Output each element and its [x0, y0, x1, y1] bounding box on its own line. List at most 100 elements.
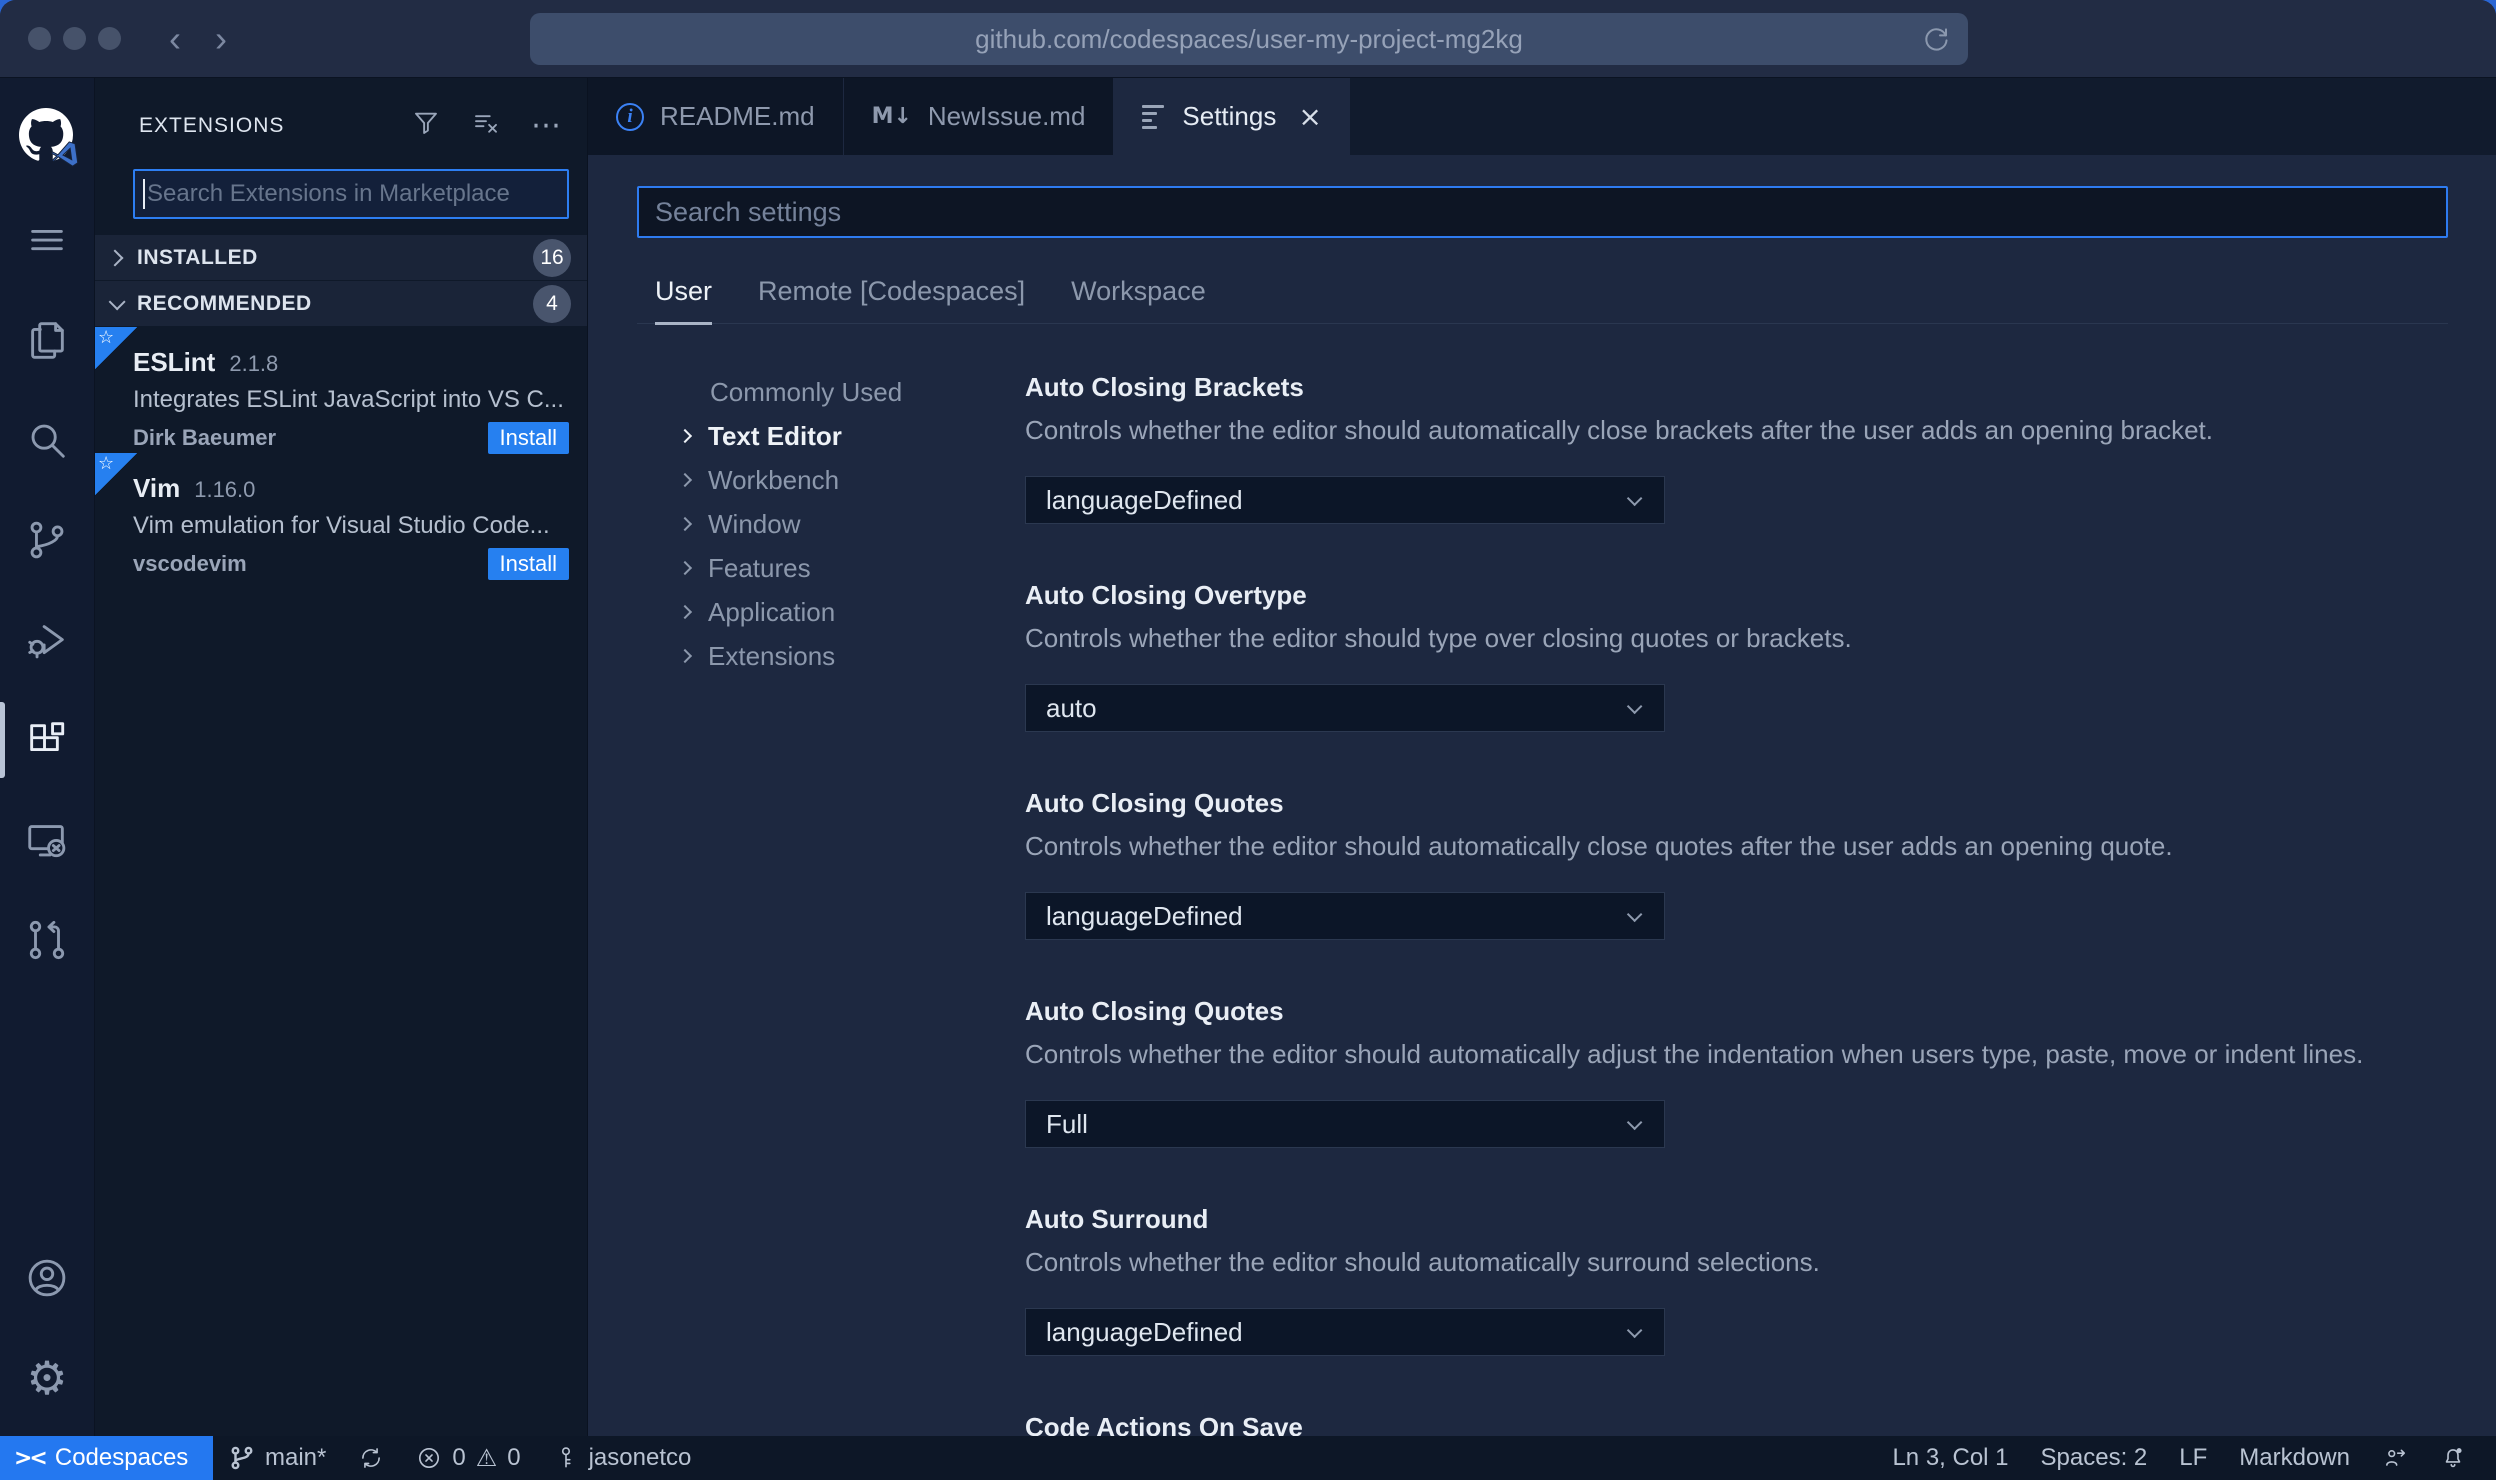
status-bar: >< Codespaces main* 0 ⚠ 0 jasonetco Ln 3…: [0, 1436, 2496, 1480]
extension-version: 1.16.0: [194, 477, 256, 502]
branch-name: main*: [265, 1444, 327, 1471]
setting-title: Code Actions On Save: [1025, 1412, 1303, 1436]
more-actions-icon[interactable]: ⋯: [531, 110, 561, 141]
setting-description: Controls whether the editor should type …: [1025, 623, 1852, 653]
feedback-status-item[interactable]: [2366, 1436, 2424, 1480]
extension-list-item-vim[interactable]: ☆ Vim 1.16.0 Vim emulation for Visual St…: [95, 453, 587, 580]
star-icon: ☆: [98, 453, 115, 474]
setting-title: Auto Surround: [1025, 1204, 1209, 1234]
extension-description: Integrates ESLint JavaScript into VS C..…: [133, 386, 564, 413]
text-cursor: [143, 179, 145, 209]
maximize-window-button[interactable]: [98, 27, 121, 50]
branch-status-item[interactable]: main*: [213, 1436, 342, 1480]
menu-icon[interactable]: [0, 190, 94, 290]
tab-settings[interactable]: Settings ×: [1114, 78, 1350, 155]
close-window-button[interactable]: [28, 27, 51, 50]
scope-tab-user[interactable]: User: [655, 276, 713, 325]
recommended-ribbon: ☆: [95, 327, 137, 369]
toc-features[interactable]: Features: [677, 546, 1025, 590]
scope-tab-remote[interactable]: Remote [Codespaces]: [758, 276, 1025, 323]
scope-tab-workspace[interactable]: Workspace: [1071, 276, 1206, 323]
bell-icon: [2445, 1448, 2462, 1468]
codespaces-remote-indicator[interactable]: >< Codespaces: [0, 1436, 213, 1480]
search-icon[interactable]: [0, 390, 94, 490]
minimize-window-button[interactable]: [63, 27, 86, 50]
section-installed[interactable]: INSTALLED 16: [95, 235, 587, 280]
setting-dropdown[interactable]: languageDefined: [1025, 1308, 1665, 1356]
chevron-right-icon: [677, 648, 693, 664]
tab-label: README.md: [660, 101, 815, 131]
clear-search-results-icon[interactable]: [471, 108, 501, 143]
recommended-count-badge: 4: [533, 284, 571, 323]
explorer-icon[interactable]: [0, 290, 94, 390]
reload-icon[interactable]: [1920, 23, 1952, 55]
url-text: github.com/codespaces/user-my-project-mg…: [975, 23, 1523, 54]
setting-description: Controls whether the editor should autom…: [1025, 415, 2214, 445]
toc-extensions[interactable]: Extensions: [677, 634, 1025, 678]
extensions-search-box: [133, 169, 569, 219]
back-icon[interactable]: ‹: [169, 20, 181, 57]
close-icon[interactable]: ×: [1298, 100, 1321, 133]
setting-dropdown[interactable]: languageDefined: [1025, 476, 1665, 524]
window-controls: [28, 27, 121, 50]
section-label: INSTALLED: [137, 245, 258, 269]
cursor-position-item[interactable]: Ln 3, Col 1: [1876, 1436, 2024, 1480]
section-recommended[interactable]: RECOMMENDED 4: [95, 281, 587, 326]
eol-item[interactable]: LF: [2163, 1436, 2223, 1480]
extension-description: Vim emulation for Visual Studio Code...: [133, 512, 550, 539]
setting-auto-closing-quotes: Auto Closing Quotes Controls whether the…: [1025, 786, 2436, 940]
forward-icon[interactable]: ›: [215, 20, 227, 57]
toc-text-editor[interactable]: Text Editor: [677, 414, 1025, 458]
url-bar[interactable]: github.com/codespaces/user-my-project-mg…: [530, 13, 1968, 65]
section-label: RECOMMENDED: [137, 291, 312, 315]
toc-workbench[interactable]: Workbench: [677, 458, 1025, 502]
browser-titlebar: ‹ › github.com/codespaces/user-my-projec…: [0, 0, 2496, 78]
indentation-item[interactable]: Spaces: 2: [2025, 1436, 2164, 1480]
setting-dropdown[interactable]: languageDefined: [1025, 892, 1665, 940]
activity-bar: ⚙: [0, 78, 95, 1436]
filter-icon[interactable]: [411, 108, 441, 143]
problems-status-item[interactable]: 0 ⚠ 0: [400, 1436, 536, 1480]
warning-icon: ⚠: [475, 1444, 498, 1472]
settings-scope-tabs: User Remote [Codespaces] Workspace: [655, 276, 2496, 325]
setting-dropdown[interactable]: Full: [1025, 1100, 1665, 1148]
language-mode-item[interactable]: Markdown: [2223, 1436, 2366, 1480]
extensions-search-input[interactable]: [147, 180, 567, 208]
setting-dropdown[interactable]: auto: [1025, 684, 1665, 732]
pull-request-icon[interactable]: [0, 890, 94, 990]
browser-window: ‹ › github.com/codespaces/user-my-projec…: [0, 0, 2496, 1480]
setting-description: Controls whether the editor should autom…: [1025, 1039, 2364, 1069]
run-debug-icon[interactable]: [0, 590, 94, 690]
source-control-icon[interactable]: [0, 490, 94, 590]
settings-editor-icon: [1142, 104, 1166, 129]
settings-toc: Commonly Used Text Editor Workbench Wind…: [588, 370, 1025, 1436]
remote-explorer-icon[interactable]: [0, 790, 94, 890]
toc-application[interactable]: Application: [677, 590, 1025, 634]
star-icon: ☆: [98, 327, 115, 348]
settings-search-input[interactable]: [639, 196, 2446, 228]
toc-window[interactable]: Window: [677, 502, 1025, 546]
editor-area: i README.md M↓ NewIssue.md Settings × Se…: [588, 78, 2496, 1436]
install-button[interactable]: Install: [487, 548, 569, 580]
extensions-icon[interactable]: [0, 690, 94, 790]
settings-entries: Auto Closing Brackets Controls whether t…: [1025, 370, 2496, 1436]
extension-list-item-eslint[interactable]: ☆ ESLint 2.1.8 Integrates ESLint JavaScr…: [95, 327, 587, 454]
vscode-logo-icon: [50, 141, 79, 167]
settings-gear-icon[interactable]: ⚙: [0, 1328, 94, 1428]
tab-newissue[interactable]: M↓ NewIssue.md: [843, 78, 1115, 155]
account-icon[interactable]: [0, 1228, 94, 1328]
error-icon: [419, 1447, 440, 1469]
sync-status-item[interactable]: [342, 1436, 400, 1480]
user-status-item[interactable]: jasonetco: [537, 1436, 708, 1480]
recommended-ribbon: ☆: [95, 453, 137, 495]
install-button[interactable]: Install: [487, 422, 569, 454]
settings-editor: User Remote [Codespaces] Workspace Commo…: [588, 155, 2496, 1436]
setting-auto-closing-overtype: Auto Closing Overtype Controls whether t…: [1025, 578, 2436, 732]
tab-readme[interactable]: i README.md: [588, 78, 844, 155]
username: jasonetco: [588, 1444, 692, 1471]
chevron-down-icon: [1626, 490, 1643, 506]
remote-label: Codespaces: [54, 1444, 189, 1471]
toc-commonly-used[interactable]: Commonly Used: [680, 370, 1025, 414]
notifications-status-item[interactable]: [2424, 1436, 2482, 1480]
extension-publisher: vscodevim: [133, 551, 247, 576]
